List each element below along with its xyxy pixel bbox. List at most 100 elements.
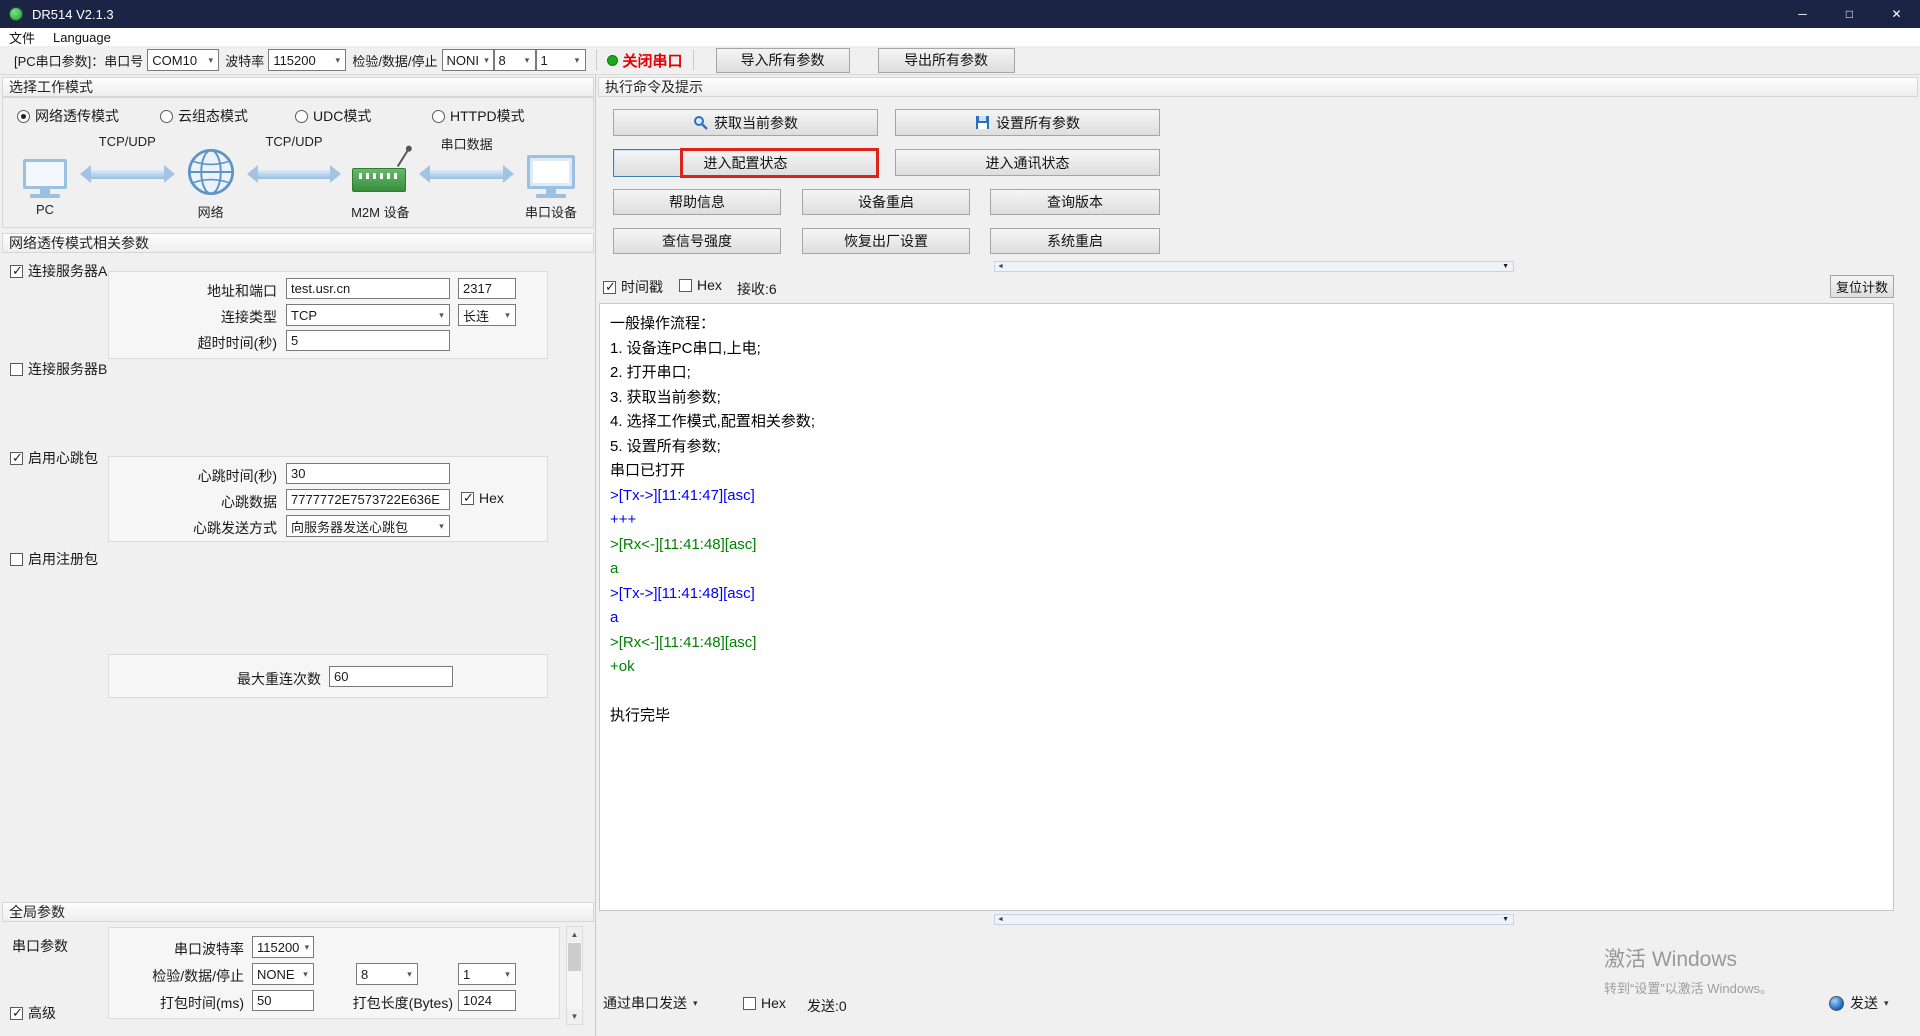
menu-file[interactable]: 文件 [0, 28, 44, 46]
help-button[interactable]: 帮助信息 [613, 189, 781, 215]
radio-cloud-mode[interactable]: 云组态模式 [160, 106, 248, 126]
enter-config-button[interactable]: 进入配置状态 [613, 149, 878, 177]
query-signal-button[interactable]: 查信号强度 [613, 228, 781, 254]
window-title: DR514 V2.1.3 [32, 7, 114, 22]
timestamp-checkbox[interactable]: 时间戳 [603, 277, 663, 297]
g-stopbits-select[interactable]: 1 ▾ [458, 963, 516, 985]
chevron-down-icon: ▾ [299, 942, 314, 953]
horizontal-scrollbar-bottom[interactable]: ◄ ▼ [994, 914, 1514, 925]
scroll-collapse-icon[interactable]: ▼ [1502, 915, 1509, 924]
topology-diagram: PC TCP/UDP [13, 126, 585, 226]
timeout-input[interactable]: 5 [286, 330, 450, 351]
checkbox-icon [743, 997, 756, 1010]
close-button[interactable]: ✕ [1873, 0, 1920, 28]
close-port-button[interactable]: 关闭串口 [623, 50, 683, 71]
send-button[interactable]: 发送 ▾ [1829, 990, 1889, 1016]
chevron-down-icon: ▾ [500, 969, 515, 980]
scrollbar-thumb[interactable] [568, 943, 581, 971]
set-params-button[interactable]: 设置所有参数 [895, 109, 1160, 136]
get-params-button[interactable]: 获取当前参数 [613, 109, 878, 136]
send-via-select[interactable]: 通过串口发送 ▾ [603, 990, 698, 1016]
chevron-down-icon: ▾ [434, 310, 449, 321]
register-checkbox[interactable]: 启用注册包 [10, 549, 98, 569]
enter-comm-button[interactable]: 进入通讯状态 [895, 149, 1160, 176]
scroll-collapse-icon[interactable]: ▼ [1502, 262, 1509, 271]
scroll-down-icon[interactable]: ▼ [567, 1009, 582, 1024]
radio-icon [432, 110, 445, 123]
maximize-button[interactable]: □ [1826, 0, 1873, 28]
log-line: >[Tx->][11:41:48][asc] [610, 582, 1883, 607]
com-port-value: COM10 [152, 53, 197, 68]
watermark-subtitle: 转到“设置”以激活 Windows。 [1604, 978, 1773, 997]
checkbox-icon [10, 1007, 23, 1020]
system-reboot-button[interactable]: 系统重启 [990, 228, 1160, 254]
heartbeat-mode-select[interactable]: 向服务器发送心跳包 ▾ [286, 515, 450, 537]
reset-counter-button[interactable]: 复位计数 [1830, 275, 1894, 298]
menu-language[interactable]: Language [44, 28, 120, 46]
server-addr-input[interactable]: test.usr.cn [286, 278, 450, 299]
advanced-checkbox[interactable]: 高级 [10, 1003, 56, 1023]
stopbits-select[interactable]: 1 ▾ [536, 49, 586, 71]
radio-httpd-mode[interactable]: HTTPD模式 [432, 106, 525, 126]
server-port-input[interactable]: 2317 [458, 278, 516, 299]
scroll-left-icon[interactable]: ◄ [997, 915, 1004, 924]
radio-icon [17, 110, 30, 123]
search-icon [693, 115, 708, 130]
com-port-select[interactable]: COM10 ▾ [147, 49, 219, 71]
radio-icon [160, 110, 173, 123]
work-mode-box: 网络透传模式 云组态模式 UDC模式 HTTPD模式 PC [2, 97, 594, 228]
pack-len-input[interactable]: 1024 [458, 990, 516, 1011]
device-reboot-button[interactable]: 设备重启 [802, 189, 970, 215]
log-line: 5. 设置所有参数; [610, 435, 1883, 460]
conn-keep-select[interactable]: 长连 ▾ [458, 304, 516, 326]
heartbeat-hex-checkbox[interactable]: Hex [461, 490, 504, 506]
g-databits-select[interactable]: 8 ▾ [356, 963, 418, 985]
toolbar: [PC串口参数]：串口号 COM10 ▾ 波特率 115200 ▾ 检验/数据/… [0, 46, 1920, 75]
chevron-down-icon: ▾ [1884, 998, 1889, 1009]
recv-hex-checkbox[interactable]: Hex [679, 277, 722, 293]
server-b-checkbox[interactable]: 连接服务器B [10, 359, 107, 379]
import-params-button[interactable]: 导入所有参数 [716, 48, 850, 73]
pack-time-input[interactable]: 50 [252, 990, 314, 1011]
log-line: +++ [610, 508, 1883, 533]
heartbeat-data-input[interactable]: 7777772E7573722E636E [286, 489, 450, 510]
g-pds-label: 检验/数据/停止 [109, 966, 244, 986]
log-output[interactable]: 一般操作流程： 1. 设备连PC串口,上电; 2. 打开串口; 3. 获取当前参… [599, 303, 1894, 911]
minimize-button[interactable]: ─ [1779, 0, 1826, 28]
parity-select[interactable]: NONI ▾ [442, 49, 494, 71]
scroll-up-icon[interactable]: ▲ [567, 927, 582, 942]
databits-value: 8 [499, 53, 506, 68]
vertical-scrollbar[interactable]: ▲ ▼ [566, 926, 583, 1025]
serial-device-label: 串口设备 [525, 202, 577, 221]
mode-group-header: 选择工作模式 [2, 77, 594, 97]
timeout-label: 超时时间(秒) [109, 333, 277, 353]
horizontal-scrollbar-top[interactable]: ◄ ▼ [994, 261, 1514, 272]
radio-transparent-mode[interactable]: 网络透传模式 [17, 106, 119, 126]
export-params-button[interactable]: 导出所有参数 [878, 48, 1015, 73]
databits-select[interactable]: 8 ▾ [494, 49, 536, 71]
global-group-header: 全局参数 [2, 902, 594, 922]
serial-param-label: [PC串口参数]：串口号 [14, 51, 143, 70]
g-stopbits-value: 1 [463, 967, 470, 982]
server-a-checkbox[interactable]: 连接服务器A [10, 261, 107, 281]
radio-udc-mode[interactable]: UDC模式 [295, 106, 371, 126]
send-hex-checkbox[interactable]: Hex [743, 995, 786, 1011]
factory-reset-button[interactable]: 恢复出厂设置 [802, 228, 970, 254]
pack-len-label: 打包长度(Bytes) [327, 993, 453, 1013]
log-line: +ok [610, 655, 1883, 680]
baud-select[interactable]: 115200 ▾ [268, 49, 346, 71]
g-baud-select[interactable]: 115200 ▾ [252, 936, 314, 958]
heartbeat-time-input[interactable]: 30 [286, 463, 450, 484]
titlebar: DR514 V2.1.3 ─ □ ✕ [0, 0, 1920, 28]
query-version-button[interactable]: 查询版本 [990, 189, 1160, 215]
reconnect-input[interactable]: 60 [329, 666, 453, 687]
globe-icon [185, 126, 237, 200]
heartbeat-checkbox[interactable]: 启用心跳包 [10, 448, 98, 468]
g-databits-value: 8 [361, 967, 368, 982]
pc-label: PC [36, 202, 54, 217]
conn-type-select[interactable]: TCP ▾ [286, 304, 450, 326]
chevron-down-icon: ▾ [402, 969, 417, 980]
double-arrow-icon [258, 170, 331, 179]
scroll-left-icon[interactable]: ◄ [997, 262, 1004, 271]
g-parity-select[interactable]: NONE ▾ [252, 963, 314, 985]
